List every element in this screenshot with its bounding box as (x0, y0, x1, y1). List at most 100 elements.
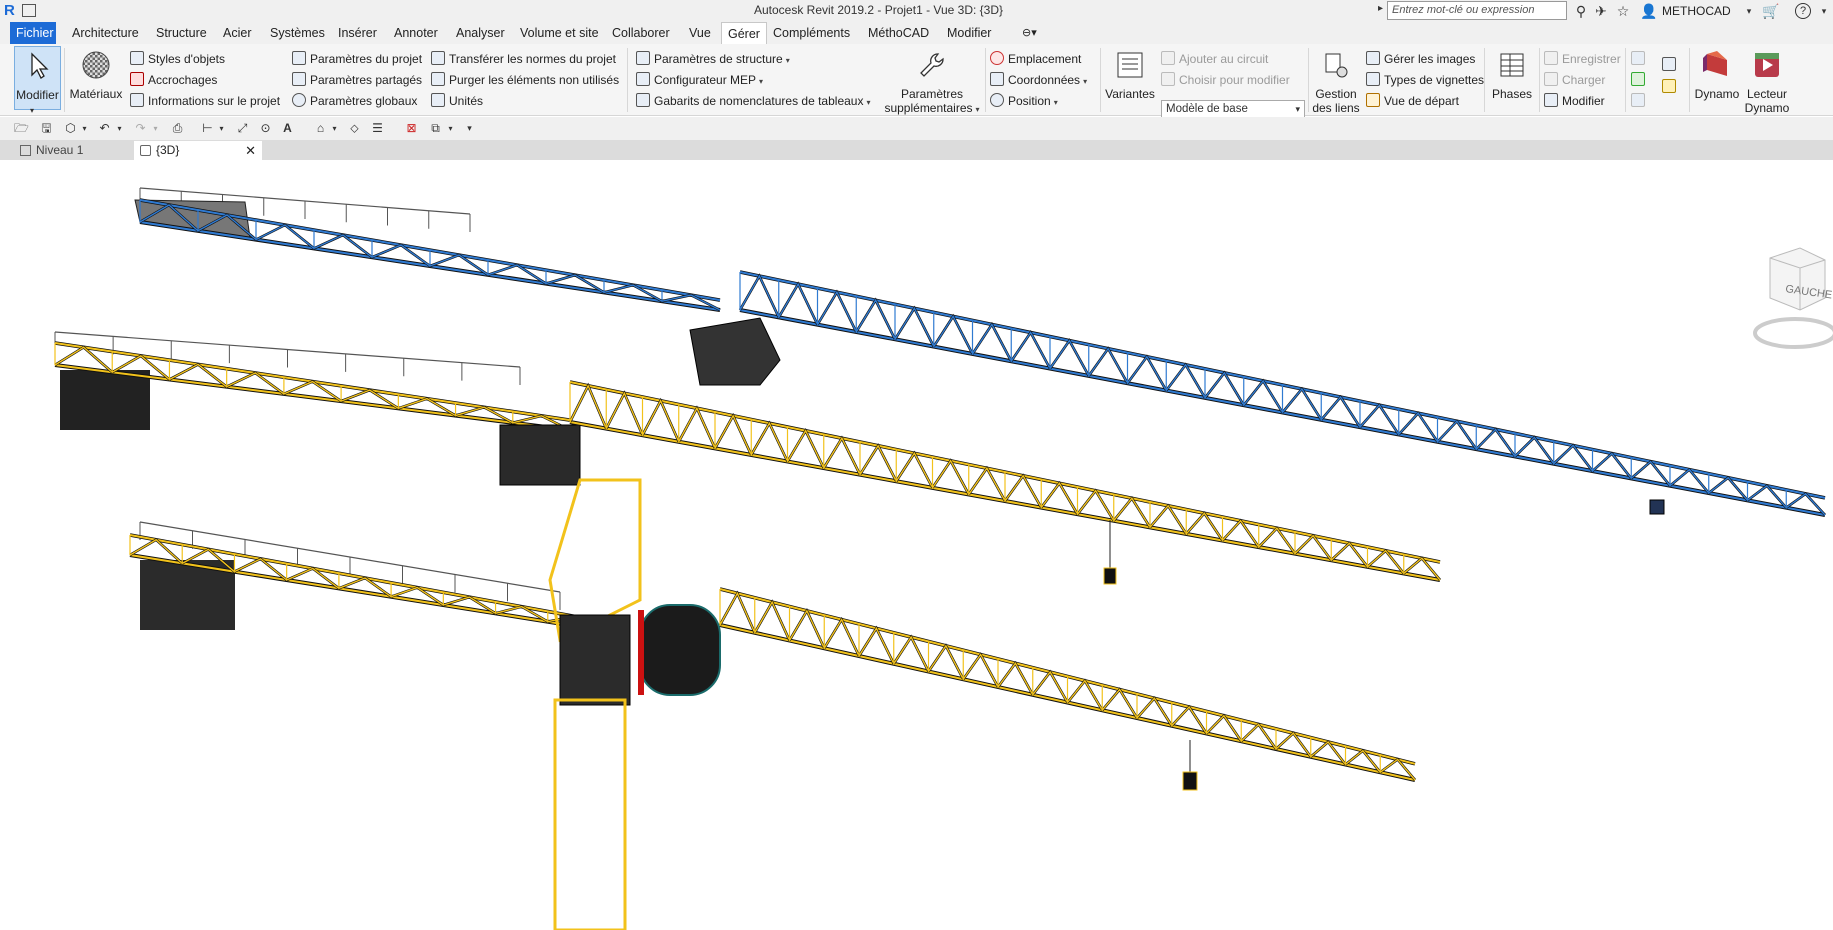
panel-expand-icon[interactable]: ▾ (30, 106, 34, 115)
panel-options-icon[interactable]: ⊖▾ (1016, 22, 1043, 44)
close-icon[interactable]: ✕ (245, 141, 256, 160)
structure-settings-button[interactable]: Paramètres de structure ▾ (636, 50, 790, 68)
user-name[interactable]: METHOCAD (1662, 4, 1731, 18)
tab-methocad[interactable]: MéthoCAD (862, 22, 935, 44)
undo-icon[interactable]: ↶ (97, 121, 112, 136)
crane-model-view[interactable] (0, 160, 1833, 930)
edit-selection-button[interactable]: Modifier (1544, 92, 1605, 110)
tag-icon[interactable]: ⊙ (258, 121, 273, 136)
section-icon[interactable]: ⬦ (347, 121, 362, 136)
macro-manager-button[interactable] (1662, 56, 1680, 74)
position-button[interactable]: Position ▾ (990, 92, 1058, 110)
schedule-templates-button[interactable]: Gabarits de nomenclatures de tableaux ▾ (636, 92, 870, 110)
snaps-button[interactable]: Accrochages (130, 71, 217, 89)
measure-icon[interactable]: ⊢ (200, 121, 215, 136)
thin-lines-icon[interactable]: ☰ (370, 121, 385, 136)
phases-button[interactable]: Phases (1488, 46, 1536, 110)
modify-button[interactable]: Modifier (14, 46, 61, 110)
undo-dropdown-icon[interactable]: ▾ (112, 121, 127, 136)
save-selection-button[interactable]: Enregistrer (1544, 50, 1621, 68)
materials-label: Matériaux (69, 87, 123, 101)
transfer-standards-button[interactable]: Transférer les normes du projet (431, 50, 616, 68)
coordinates-icon (990, 72, 1004, 86)
location-button[interactable]: Emplacement (990, 50, 1081, 68)
switch-windows-icon[interactable]: ⧉ (428, 121, 443, 136)
project-params-button[interactable]: Paramètres du projet (292, 50, 422, 68)
manage-links-button[interactable]: Gestion des liens (1311, 46, 1361, 115)
tab-3d-view[interactable]: {3D} ✕ (134, 141, 262, 160)
close-hidden-icon[interactable]: ⊠ (404, 121, 419, 136)
decal-types-button[interactable]: Types de vignettes (1366, 71, 1484, 89)
macros-button[interactable] (1631, 92, 1649, 110)
tab-architecture[interactable]: Architecture (66, 22, 145, 44)
tab-inserer[interactable]: Insérer (332, 22, 383, 44)
user-icon[interactable]: 👤 (1640, 2, 1658, 20)
global-params-button[interactable]: Paramètres globaux (292, 92, 417, 110)
open-icon[interactable]: 🗁 (14, 121, 29, 136)
cart-icon[interactable]: 🛒 (1762, 2, 1780, 20)
tab-annoter[interactable]: Annoter (388, 22, 444, 44)
tab-analyser[interactable]: Analyser (450, 22, 511, 44)
chevron-down-icon[interactable]: ▾ (1740, 2, 1758, 20)
dynamo-player-label-1: Lecteur (1746, 87, 1788, 101)
redo-icon[interactable]: ↷ (133, 121, 148, 136)
star-icon[interactable]: ☆ (1614, 2, 1632, 20)
purge-unused-button[interactable]: Purger les éléments non utilisés (431, 71, 619, 89)
tab-complements[interactable]: Compléments (767, 22, 856, 44)
tab-modifier[interactable]: Modifier (941, 22, 997, 44)
tab-fichier[interactable]: Fichier (10, 22, 56, 44)
object-styles-button[interactable]: Styles d'objets (130, 50, 225, 68)
units-button[interactable]: Unités (431, 92, 483, 110)
add-to-set-button[interactable]: Ajouter au circuit (1161, 50, 1268, 68)
inquiry-ids-button[interactable] (1631, 50, 1649, 68)
shared-params-button[interactable]: Paramètres partagés (292, 71, 422, 89)
3d-view-dropdown-icon[interactable]: ▾ (327, 121, 342, 136)
manage-images-button[interactable]: Gérer les images (1366, 50, 1475, 68)
dynamo-button[interactable]: Dynamo (1692, 46, 1742, 110)
additional-settings-button[interactable]: Paramètres supplémentaires ▾ (880, 46, 984, 115)
tab-systemes[interactable]: Systèmes (264, 22, 331, 44)
tab-gerer[interactable]: Gérer (721, 22, 767, 44)
design-options-button[interactable]: Variantes (1104, 46, 1156, 110)
save-icon[interactable]: 🖫 (39, 121, 54, 136)
expand-arrow-icon[interactable]: ▸ (1378, 3, 1383, 14)
tab-acier[interactable]: Acier (217, 22, 257, 44)
help-dropdown-icon[interactable]: ▾ (1815, 2, 1833, 20)
binoculars-icon[interactable]: ⚲ (1572, 2, 1590, 20)
redo-dropdown-icon[interactable]: ▾ (148, 121, 163, 136)
dropdown-arrow-icon: ▾ (975, 105, 980, 114)
starting-view-button[interactable]: Vue de départ (1366, 92, 1459, 110)
design-option-select[interactable]: Modèle de base ▾ (1161, 100, 1305, 118)
tab-structure[interactable]: Structure (150, 22, 213, 44)
text-icon[interactable]: A (280, 121, 295, 136)
macro-security-button[interactable] (1662, 78, 1680, 96)
design-options-label: Variantes (1105, 87, 1155, 101)
customize-qat-icon[interactable]: ▾ (462, 121, 477, 136)
materials-button[interactable]: Matériaux (68, 46, 124, 110)
project-info-button[interactable]: Informations sur le projet (130, 92, 280, 110)
sync-dropdown-icon[interactable]: ▾ (77, 121, 92, 136)
coordinates-button[interactable]: Coordonnées ▾ (990, 71, 1087, 89)
load-selection-button[interactable]: Charger (1544, 71, 1605, 89)
dynamo-player-button[interactable]: Lecteur Dynamo (1741, 46, 1793, 115)
help-icon[interactable]: ? (1795, 3, 1811, 19)
communication-icon[interactable]: ✈ (1592, 2, 1610, 20)
dimension-icon[interactable]: ⤢ (235, 121, 250, 136)
3d-view-icon[interactable]: ⌂ (313, 121, 328, 136)
search-input[interactable]: Entrez mot-clé ou expression (1387, 1, 1567, 20)
tab-collaborer[interactable]: Collaborer (606, 22, 676, 44)
schedule-templates-label: Gabarits de nomenclatures de tableaux (654, 94, 864, 108)
tab-volume-site[interactable]: Volume et site (514, 22, 605, 44)
warnings-button[interactable] (1631, 71, 1649, 89)
measure-dropdown-icon[interactable]: ▾ (214, 121, 229, 136)
3d-viewport[interactable]: GAUCHE (0, 160, 1833, 930)
position-label: Position (1008, 94, 1051, 108)
pick-to-edit-button[interactable]: Choisir pour modifier (1161, 71, 1290, 89)
mep-settings-button[interactable]: Configurateur MEP ▾ (636, 71, 763, 89)
print-icon[interactable]: ⎙ (170, 121, 185, 136)
switch-windows-dropdown-icon[interactable]: ▾ (443, 121, 458, 136)
tab-niveau-1[interactable]: Niveau 1 (14, 141, 132, 160)
sync-icon[interactable]: ⬡ (63, 121, 78, 136)
tab-vue[interactable]: Vue (683, 22, 717, 44)
viewcube[interactable]: GAUCHE (1745, 238, 1833, 358)
